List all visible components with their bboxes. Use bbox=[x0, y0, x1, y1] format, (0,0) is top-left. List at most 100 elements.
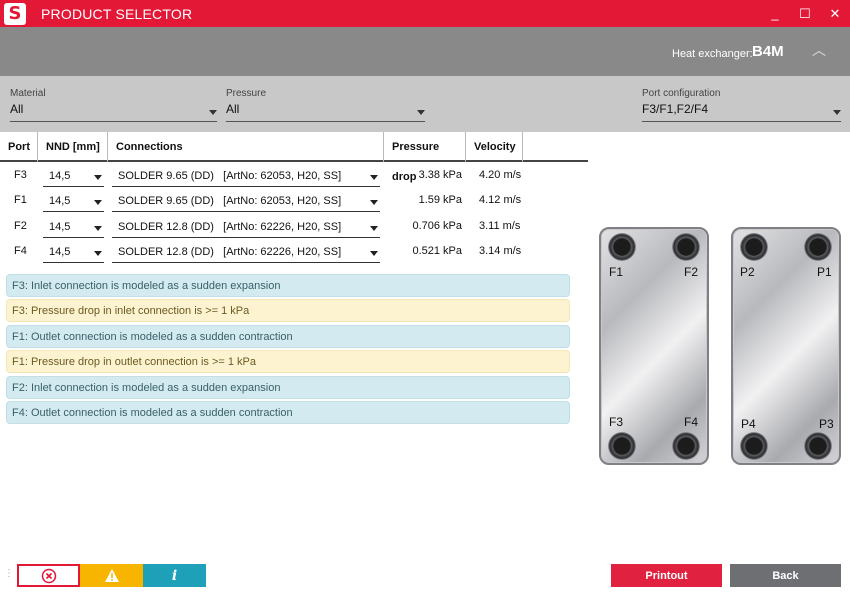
material-label: Material bbox=[10, 88, 46, 99]
port-hole-icon bbox=[804, 233, 832, 261]
info-message: F2: Inlet connection is modeled as a sud… bbox=[6, 376, 570, 399]
port-label: P4 bbox=[741, 417, 756, 431]
printout-button[interactable]: Printout bbox=[611, 564, 722, 587]
close-button[interactable]: ✕ bbox=[820, 0, 850, 27]
dropdown-arrow-icon bbox=[94, 200, 102, 205]
pressure-drop-cell: 0.521 kPa bbox=[412, 245, 462, 257]
port-cell: F2 bbox=[14, 220, 27, 232]
maximize-button[interactable]: ☐ bbox=[790, 0, 820, 27]
header-nnd: NND [mm] bbox=[38, 132, 108, 162]
header-velocity: Velocity bbox=[466, 132, 523, 162]
info-filter-button[interactable]: i bbox=[143, 564, 206, 587]
error-circle-icon bbox=[41, 568, 56, 583]
table-row: F4 14,5 SOLDER 12.8 (DD) [ArtNo: 62226, … bbox=[0, 240, 588, 265]
connection-value: SOLDER 9.65 (DD) [ArtNo: 62053, H20, SS] bbox=[118, 195, 342, 207]
port-label: P1 bbox=[817, 265, 832, 279]
port-hole-icon bbox=[672, 432, 700, 460]
port-configuration-label: Port configuration bbox=[642, 88, 721, 99]
port-hole-icon bbox=[608, 432, 636, 460]
title-bar: S PRODUCT SELECTOR _ ☐ ✕ bbox=[0, 0, 850, 27]
table-header: Port NND [mm] Connections Pressure drop … bbox=[0, 132, 588, 183]
dropdown-arrow-icon bbox=[94, 175, 102, 180]
dropdown-arrow-icon bbox=[370, 175, 378, 180]
connection-value: SOLDER 12.8 (DD) [ArtNo: 62226, H20, SS] bbox=[118, 221, 342, 233]
velocity-cell: 3.11 m/s bbox=[479, 220, 521, 232]
nnd-select[interactable]: 14,5 bbox=[43, 167, 104, 187]
info-icon: i bbox=[171, 567, 178, 584]
nnd-select[interactable]: 14,5 bbox=[43, 192, 104, 212]
nnd-value: 14,5 bbox=[49, 246, 71, 258]
warning-triangle-icon bbox=[104, 569, 119, 582]
port-label: F2 bbox=[684, 265, 699, 279]
info-message: F4: Outlet connection is modeled as a su… bbox=[6, 401, 570, 424]
drag-handle-icon[interactable]: ⋮ bbox=[4, 568, 15, 579]
warning-filter-button[interactable] bbox=[80, 564, 143, 587]
port-label: F1 bbox=[609, 265, 624, 279]
front-plate-diagram: F1 F2 F3 F4 bbox=[599, 227, 709, 465]
nnd-value: 14,5 bbox=[49, 221, 71, 233]
port-label: F4 bbox=[684, 415, 699, 429]
port-hole-icon bbox=[804, 432, 832, 460]
velocity-cell: 4.20 m/s bbox=[479, 169, 522, 181]
heat-exchanger-value: B4M bbox=[752, 43, 784, 60]
nnd-select[interactable]: 14,5 bbox=[43, 243, 104, 263]
velocity-cell: 3.14 m/s bbox=[479, 245, 522, 257]
app-title: PRODUCT SELECTOR bbox=[41, 5, 193, 22]
nnd-select[interactable]: 14,5 bbox=[43, 218, 104, 238]
warning-message: F1: Pressure drop in outlet connection i… bbox=[6, 350, 570, 373]
table-row: F1 14,5 SOLDER 9.65 (DD) [ArtNo: 62053, … bbox=[0, 189, 588, 214]
port-label: P2 bbox=[740, 265, 755, 279]
pressure-select[interactable]: Pressure All bbox=[226, 88, 425, 122]
connection-select[interactable]: SOLDER 12.8 (DD) [ArtNo: 62226, H20, SS] bbox=[112, 243, 380, 263]
port-cell: F3 bbox=[14, 169, 27, 181]
port-label: P3 bbox=[819, 417, 834, 431]
connection-select[interactable]: SOLDER 9.65 (DD) [ArtNo: 62053, H20, SS] bbox=[112, 167, 380, 187]
material-dropdown-arrow-icon bbox=[209, 110, 217, 115]
header-port: Port bbox=[0, 132, 38, 162]
pressure-drop-cell: 0.706 kPa bbox=[412, 220, 462, 232]
info-message: F3: Inlet connection is modeled as a sud… bbox=[6, 274, 570, 297]
header-pressure-drop: Pressure drop bbox=[384, 132, 466, 183]
table-row: F2 14,5 SOLDER 12.8 (DD) [ArtNo: 62226, … bbox=[0, 215, 588, 240]
material-value: All bbox=[10, 102, 24, 116]
port-hole-icon bbox=[740, 233, 768, 261]
heat-exchanger-label: Heat exchanger: bbox=[672, 48, 753, 60]
nnd-value: 14,5 bbox=[49, 170, 71, 182]
header-connections: Connections bbox=[108, 132, 384, 162]
pressure-value: All bbox=[226, 102, 240, 116]
back-plate-diagram: P2 P1 P4 P3 bbox=[731, 227, 841, 465]
connection-select[interactable]: SOLDER 12.8 (DD) [ArtNo: 62226, H20, SS] bbox=[112, 218, 380, 238]
heat-exchanger-header: Heat exchanger: B4M ︿ bbox=[0, 27, 850, 76]
collapse-chevron-icon[interactable]: ︿ bbox=[809, 40, 829, 60]
port-label: F3 bbox=[609, 415, 624, 429]
port-cell: F4 bbox=[14, 245, 27, 257]
back-button[interactable]: Back bbox=[730, 564, 841, 587]
table-row: F3 14,5 SOLDER 9.65 (DD) [ArtNo: 62053, … bbox=[0, 164, 588, 189]
filter-bar: Material All Pressure All Port configura… bbox=[0, 76, 850, 132]
port-cell: F1 bbox=[14, 194, 27, 206]
connection-value: SOLDER 9.65 (DD) [ArtNo: 62053, H20, SS] bbox=[118, 170, 342, 182]
error-filter-button[interactable] bbox=[17, 564, 80, 587]
pressure-drop-cell: 3.38 kPa bbox=[418, 169, 462, 181]
port-hole-icon bbox=[672, 233, 700, 261]
minimize-button[interactable]: _ bbox=[760, 0, 790, 27]
pressure-dropdown-arrow-icon bbox=[417, 110, 425, 115]
connection-select[interactable]: SOLDER 9.65 (DD) [ArtNo: 62053, H20, SS] bbox=[112, 192, 380, 212]
port-hole-icon bbox=[608, 233, 636, 261]
connection-value: SOLDER 12.8 (DD) [ArtNo: 62226, H20, SS] bbox=[118, 246, 342, 258]
window-controls: _ ☐ ✕ bbox=[760, 0, 850, 27]
dropdown-arrow-icon bbox=[370, 200, 378, 205]
nnd-value: 14,5 bbox=[49, 195, 71, 207]
port-configuration-select[interactable]: Port configuration F3/F1,F2/F4 bbox=[642, 88, 841, 122]
material-select[interactable]: Material All bbox=[10, 88, 217, 122]
warning-message: F3: Pressure drop in inlet connection is… bbox=[6, 299, 570, 322]
app-logo-icon: S bbox=[4, 2, 26, 25]
velocity-cell: 4.12 m/s bbox=[479, 194, 522, 206]
dropdown-arrow-icon bbox=[94, 226, 102, 231]
info-message: F1: Outlet connection is modeled as a su… bbox=[6, 325, 570, 348]
dropdown-arrow-icon bbox=[370, 251, 378, 256]
port-hole-icon bbox=[740, 432, 768, 460]
port-configuration-value: F3/F1,F2/F4 bbox=[642, 102, 709, 116]
pressure-drop-cell: 1.59 kPa bbox=[418, 194, 462, 206]
pressure-label: Pressure bbox=[226, 88, 267, 99]
